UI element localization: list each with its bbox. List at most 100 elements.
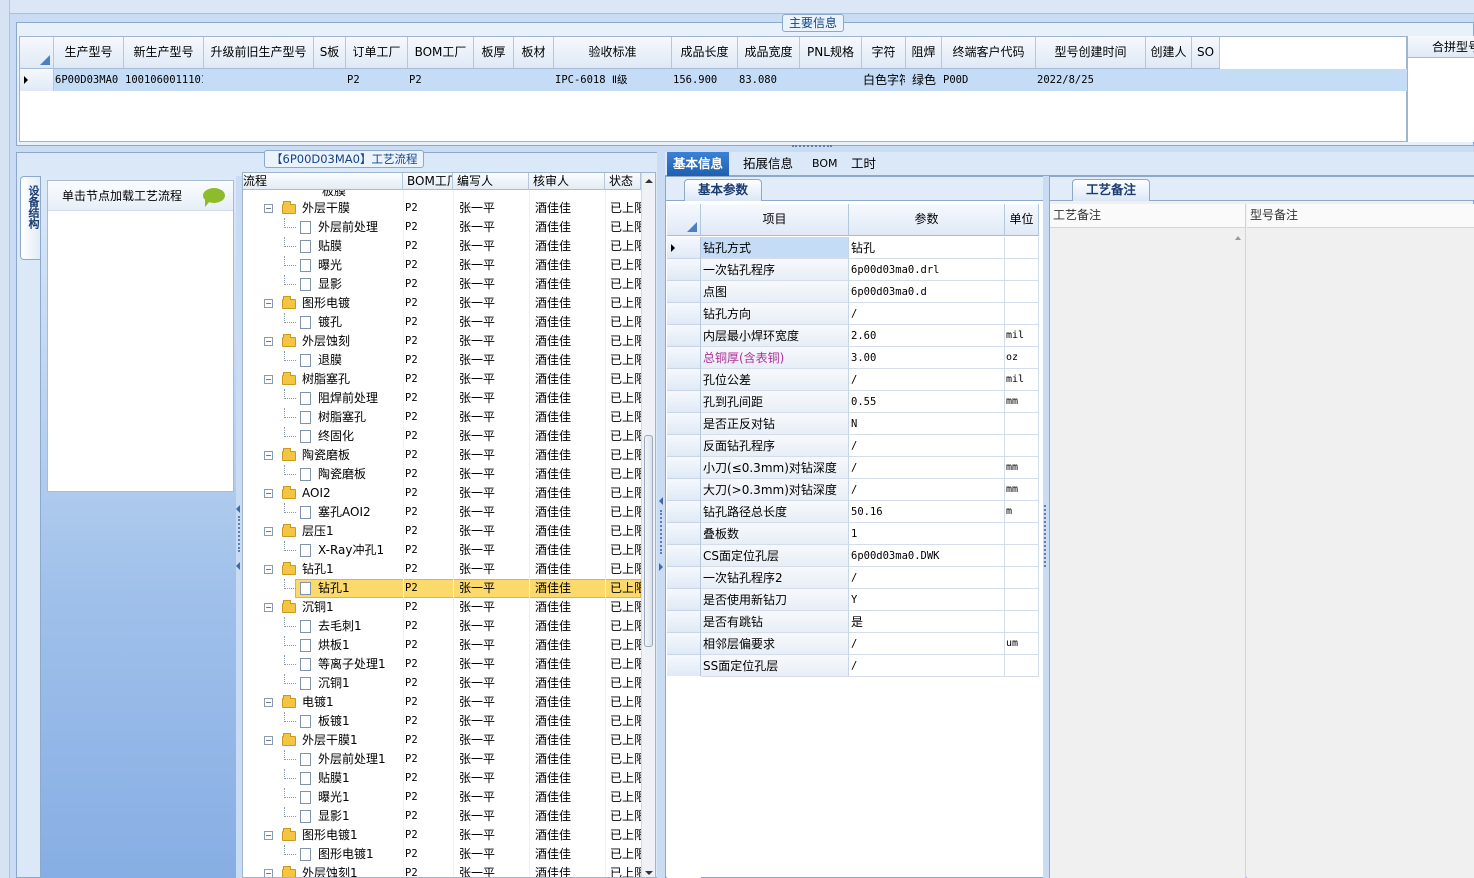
param-row-indicator[interactable] [667,237,701,259]
collapse-icon[interactable]: − [264,869,273,877]
main-info-header-0[interactable]: 生产型号 [54,37,124,69]
main-info-cell-9[interactable]: 156.900 [673,69,737,91]
param-value[interactable]: 50.16 [849,501,1005,523]
main-info-header-8[interactable]: 验收标准 [554,37,672,69]
main-info-cell-3[interactable] [315,69,345,91]
collapse-icon[interactable]: − [264,337,273,346]
splitter-left-arrow2-icon[interactable] [236,562,240,570]
collapse-icon[interactable]: − [264,204,273,213]
splitter-right-grip-icon[interactable] [1044,505,1046,567]
param-row-indicator[interactable] [667,545,701,567]
flow-header-1[interactable]: BOM工厂 [403,173,453,190]
collapse-icon[interactable]: − [264,375,273,384]
param-row-indicator[interactable] [667,501,701,523]
node-hint-panel[interactable]: 单击节点加载工艺流程 [47,180,234,492]
flow-row[interactable]: 外层前处理1P2张一平酒佳佳已上限 [243,750,643,769]
collapse-icon[interactable]: − [264,603,273,612]
flow-row[interactable]: 等离子处理1P2张一平酒佳佳已上限 [243,655,643,674]
main-info-cell-0[interactable]: 6P00D03MA0 [55,69,123,91]
flow-row[interactable]: − AOI2 P2 张一平 酒佳佳 已上限 [243,484,643,503]
param-row-indicator[interactable] [667,369,701,391]
main-info-cell-4[interactable]: P2 [347,69,407,91]
flow-row[interactable]: 阻焊前处理P2张一平酒佳佳已上限 [243,389,643,408]
flow-row[interactable]: − 钻孔1 P2 张一平 酒佳佳 已上限 [243,560,643,579]
main-info-header-2[interactable]: 升级前旧生产型号 [204,37,314,69]
params-caption[interactable]: 基本参数 [684,179,762,201]
param-row-indicator[interactable] [667,303,701,325]
param-row-indicator[interactable] [667,611,701,633]
process-note-scroll-icon[interactable] [1235,236,1241,240]
main-info-header-11[interactable]: PNL规格 [800,37,862,69]
scroll-down-icon[interactable] [645,871,653,875]
flow-row[interactable]: 退膜P2张一平酒佳佳已上限 [243,351,643,370]
main-info-cell-14[interactable]: P00D [943,69,1035,91]
main-info-cell-13[interactable]: 绿色 [907,69,941,91]
tab-basic-info[interactable]: 基本信息 [667,152,730,176]
param-value[interactable]: 钻孔 [849,237,1005,259]
params-header-item[interactable]: 项目 [701,204,849,236]
param-row-indicator[interactable] [667,259,701,281]
main-info-cell-7[interactable] [515,69,553,91]
flow-row[interactable]: − 沉铜1 P2 张一平 酒佳佳 已上限 [243,598,643,617]
param-row-indicator[interactable] [667,655,701,677]
param-row-indicator[interactable] [667,589,701,611]
tab-work-hours[interactable]: 工时 [845,152,882,176]
flow-row[interactable]: 烘板1P2张一平酒佳佳已上限 [243,636,643,655]
param-value[interactable]: / [849,457,1005,479]
main-info-header-14[interactable]: 终端客户代码 [942,37,1036,69]
main-info-cell-6[interactable] [475,69,513,91]
param-value[interactable]: 6p00d03ma0.drl [849,259,1005,281]
params-header-value[interactable]: 参数 [849,204,1005,236]
collapse-icon[interactable]: − [264,451,273,460]
flow-row[interactable]: − 外层干膜1 P2 张一平 酒佳佳 已上限 [243,731,643,750]
flow-row[interactable]: − 外层干膜 P2 张一平 酒佳佳 已上限 [243,199,643,218]
splitter-mid-arrow-icon[interactable] [659,497,663,505]
main-info-header-4[interactable]: 订单工厂 [346,37,408,69]
scroll-up-icon[interactable] [645,179,653,183]
main-info-cell-16[interactable] [1147,69,1191,91]
splitter-left-arrow-icon[interactable] [236,505,240,513]
param-value[interactable]: 0.55 [849,391,1005,413]
flow-row[interactable]: 钻孔1P2张一平酒佳佳已上限 [243,579,643,598]
collapse-icon[interactable]: − [264,831,273,840]
param-row-indicator[interactable] [667,435,701,457]
collapse-icon[interactable]: − [264,565,273,574]
row-indicator[interactable] [20,69,54,91]
main-info-cell-10[interactable]: 83.080 [739,69,799,91]
collapse-icon[interactable]: − [264,698,273,707]
param-row-indicator[interactable] [667,523,701,545]
flow-header-0[interactable]: 流程 [243,173,403,190]
main-info-cell-11[interactable] [801,69,861,91]
flow-row[interactable]: − 外层蚀刻 P2 张一平 酒佳佳 已上限 [243,332,643,351]
param-row-indicator[interactable] [667,413,701,435]
param-value[interactable]: / [849,567,1005,589]
main-info-cell-1[interactable]: 10010600111014 [125,69,203,91]
param-row-indicator[interactable] [667,281,701,303]
process-note-textarea[interactable] [1050,228,1246,878]
main-info-header-12[interactable]: 字符 [862,37,906,69]
flow-header-3[interactable]: 核审人 [529,173,605,190]
flow-row[interactable]: 陶瓷磨板P2张一平酒佳佳已上限 [243,465,643,484]
splitter-mid-grip-icon[interactable] [660,510,662,554]
flow-row[interactable]: − 树脂塞孔 P2 张一平 酒佳佳 已上限 [243,370,643,389]
main-info-cell-17[interactable] [1193,69,1219,91]
flow-row[interactable]: − 图形电镀1 P2 张一平 酒佳佳 已上限 [243,826,643,845]
main-info-header-10[interactable]: 成品宽度 [738,37,800,69]
main-info-header-17[interactable]: SO [1192,37,1220,69]
param-value[interactable]: 6p00d03ma0.DWK [849,545,1005,567]
splitter-mid-arrow2-icon[interactable] [659,563,663,571]
main-info-header-16[interactable]: 创建人 [1146,37,1192,69]
param-row-indicator[interactable] [667,633,701,655]
main-info-cell-12[interactable]: 白色字符 [863,69,905,91]
param-value[interactable]: / [849,655,1005,677]
main-info-cell-15[interactable]: 2022/8/25 [1037,69,1145,91]
flow-row[interactable]: − 图形电镀 P2 张一平 酒佳佳 已上限 [243,294,643,313]
flow-header-4[interactable]: 状态 [605,173,641,190]
main-info-cell-2[interactable] [205,69,313,91]
flow-row[interactable]: 镀孔P2张一平酒佳佳已上限 [243,313,643,332]
tab-bom[interactable]: BOM [806,152,844,176]
flow-header-2[interactable]: 编写人 [453,173,529,190]
collapse-icon[interactable]: − [264,736,273,745]
param-row-indicator[interactable] [667,457,701,479]
flow-row[interactable]: 贴膜P2张一平酒佳佳已上限 [243,237,643,256]
